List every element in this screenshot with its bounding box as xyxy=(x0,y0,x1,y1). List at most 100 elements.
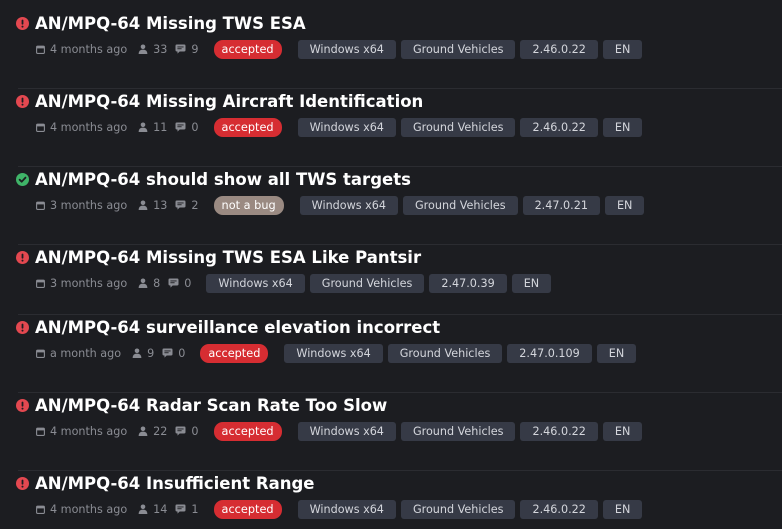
person-icon xyxy=(138,200,153,210)
issue-comments: 0 xyxy=(175,424,199,438)
issue-title[interactable]: AN/MPQ-64 Radar Scan Rate Too Slow xyxy=(35,396,387,415)
calendar-icon xyxy=(36,123,50,132)
issue-comments: 1 xyxy=(175,503,199,516)
comment-icon xyxy=(175,44,191,54)
status-badge: accepted xyxy=(213,117,282,137)
issue-views: 8 xyxy=(138,277,160,290)
issue-tag[interactable]: 2.47.0.109 xyxy=(507,343,592,363)
issue-tag[interactable]: EN xyxy=(602,499,643,519)
issue-title[interactable]: AN/MPQ-64 should show all TWS targets xyxy=(35,170,411,189)
comment-icon xyxy=(162,348,178,358)
issue-tag[interactable]: Ground Vehicles xyxy=(400,39,516,59)
issue-time-text: 3 months ago xyxy=(50,276,128,290)
issue-item[interactable]: AN/MPQ-64 Missing TWS ESA Like Pantsir 3 … xyxy=(0,244,782,315)
issue-time-text: 4 months ago xyxy=(50,502,128,516)
person-icon xyxy=(138,426,153,436)
issue-tag[interactable]: Windows x64 xyxy=(206,273,305,293)
issue-item[interactable]: AN/MPQ-64 Missing TWS ESA 4 months ago 33 9… xyxy=(0,10,782,89)
issue-comments: 2 xyxy=(175,198,199,212)
issue-meta: 3 months ago 8 0 Windows x64 Ground Vehicles… xyxy=(36,272,556,294)
person-icon xyxy=(138,278,153,288)
issue-tag[interactable]: EN xyxy=(602,117,643,137)
exclamation-circle-icon xyxy=(16,250,29,264)
issue-title[interactable]: AN/MPQ-64 Insufficient Range xyxy=(35,474,314,493)
issue-tag[interactable]: Ground Vehicles xyxy=(387,343,503,363)
comment-icon xyxy=(168,278,184,288)
issue-date: 3 months ago xyxy=(36,199,127,212)
issue-title[interactable]: AN/MPQ-64 surveillance elevation incorre… xyxy=(35,318,440,337)
issue-tag[interactable]: Windows x64 xyxy=(297,421,396,441)
issue-tag[interactable]: Ground Vehicles xyxy=(400,499,516,519)
issue-tag[interactable]: Ground Vehicles xyxy=(400,117,516,137)
issue-comments: 0 xyxy=(162,347,185,360)
issue-tag[interactable]: EN xyxy=(511,273,552,293)
comments-count: 0 xyxy=(191,424,199,438)
issue-tag[interactable]: EN xyxy=(602,39,643,59)
issue-tag[interactable]: 2.46.0.22 xyxy=(520,39,598,59)
status-badge: not a bug xyxy=(213,195,284,215)
issue-tag[interactable]: Ground Vehicles xyxy=(403,195,518,215)
calendar-icon xyxy=(36,279,50,288)
issue-meta: 4 months ago 11 0 accepted Windows x64 Ground… xyxy=(36,116,647,138)
status-badge: accepted xyxy=(213,39,282,59)
issue-item[interactable]: AN/MPQ-64 should show all TWS targets 3 m… xyxy=(0,166,782,245)
issue-comments: 0 xyxy=(168,277,191,290)
issue-tag[interactable]: 2.47.0.21 xyxy=(522,195,600,215)
views-count: 11 xyxy=(153,120,168,134)
issue-time-text: 4 months ago xyxy=(50,42,128,56)
issue-tag[interactable]: 2.46.0.22 xyxy=(520,499,598,519)
issue-time-text: 3 months ago xyxy=(50,198,128,212)
views-count: 22 xyxy=(153,424,168,438)
issue-views: 9 xyxy=(132,347,154,360)
issue-tag[interactable]: 2.46.0.22 xyxy=(520,117,598,137)
exclamation-circle-icon xyxy=(16,476,29,490)
issue-item[interactable]: AN/MPQ-64 Radar Scan Rate Too Slow 4 mont… xyxy=(0,392,782,471)
issue-tag[interactable]: Windows x64 xyxy=(297,499,396,519)
issue-comments: 9 xyxy=(175,43,199,56)
issue-list: AN/MPQ-64 Missing TWS ESA 4 months ago 33 9… xyxy=(0,0,782,529)
issue-tag[interactable]: Ground Vehicles xyxy=(309,273,425,293)
exclamation-circle-icon xyxy=(16,94,29,108)
issue-tag[interactable]: 2.46.0.22 xyxy=(520,421,598,441)
issue-tag[interactable]: EN xyxy=(602,421,643,441)
exclamation-circle-icon xyxy=(16,320,29,334)
person-icon xyxy=(138,122,153,132)
views-count: 14 xyxy=(153,502,168,516)
views-count: 9 xyxy=(147,346,155,360)
issue-meta: 4 months ago 22 0 accepted Windows x64 Ground… xyxy=(36,420,647,442)
issue-tag[interactable]: EN xyxy=(596,343,637,363)
issue-views: 14 xyxy=(138,503,167,516)
issue-title[interactable]: AN/MPQ-64 Missing TWS ESA xyxy=(35,14,306,33)
issue-date: 4 months ago xyxy=(36,121,127,134)
issue-views: 22 xyxy=(138,425,167,438)
comment-icon xyxy=(175,426,191,436)
issue-item[interactable]: AN/MPQ-64 Missing Aircraft Identificatio… xyxy=(0,88,782,167)
issue-tag[interactable]: Windows x64 xyxy=(284,343,383,363)
issue-views: 33 xyxy=(138,43,167,56)
comment-icon xyxy=(175,504,191,514)
exclamation-circle-icon xyxy=(16,16,29,30)
calendar-icon xyxy=(36,505,50,514)
issue-title[interactable]: AN/MPQ-64 Missing Aircraft Identificatio… xyxy=(35,92,423,111)
issue-tag[interactable]: 2.47.0.39 xyxy=(429,273,507,293)
issue-item[interactable]: AN/MPQ-64 surveillance elevation incorre… xyxy=(0,314,782,393)
issue-tag[interactable]: Windows x64 xyxy=(297,39,396,59)
issue-title-row: AN/MPQ-64 Insufficient Range xyxy=(16,470,314,496)
issue-title[interactable]: AN/MPQ-64 Missing TWS ESA Like Pantsir xyxy=(35,248,421,267)
issue-tag[interactable]: Windows x64 xyxy=(297,117,396,137)
issue-time-text: a month ago xyxy=(50,346,122,360)
issue-meta: a month ago 9 0 accepted Windows x64 Ground V… xyxy=(36,342,641,364)
person-icon xyxy=(138,504,153,514)
issue-item[interactable]: AN/MPQ-64 Insufficient Range 4 months ago… xyxy=(0,470,782,529)
issue-date: 3 months ago xyxy=(36,277,127,290)
comments-count: 0 xyxy=(178,346,186,360)
issue-meta: 4 months ago 14 1 accepted Windows x64 Ground… xyxy=(36,498,647,520)
calendar-icon xyxy=(36,201,50,210)
issue-tag[interactable]: Windows x64 xyxy=(299,195,399,215)
issue-tag[interactable]: EN xyxy=(604,195,645,215)
comments-count: 2 xyxy=(191,198,199,212)
issue-tag[interactable]: Ground Vehicles xyxy=(400,421,516,441)
issue-date: 4 months ago xyxy=(36,503,127,516)
issue-title-row: AN/MPQ-64 Missing TWS ESA Like Pantsir xyxy=(16,244,421,270)
issue-title-row: AN/MPQ-64 surveillance elevation incorre… xyxy=(16,314,440,340)
